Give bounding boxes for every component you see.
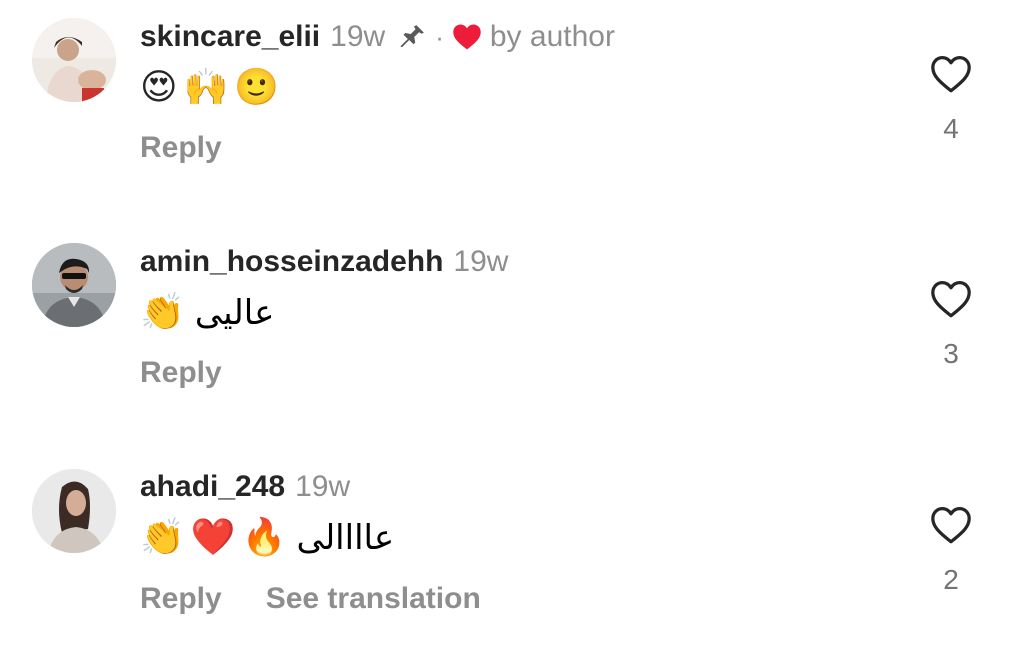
see-translation-button[interactable]: See translation [266,582,481,616]
like-column: 3 [926,279,976,370]
emoji: ❤️ [190,517,236,558]
username[interactable]: skincare_elii [140,20,320,54]
comment-item: skincare_elii 19w · by author 😍 🙌 🙂 Repl… [0,0,1024,210]
separator-dot: · [435,21,444,52]
comment-header: skincare_elii 19w · by author [140,17,615,57]
comment-body: 👏 عالیی [140,289,274,337]
username[interactable]: amin_hosseinzadehh [140,245,443,279]
reply-button[interactable]: Reply [140,582,222,616]
reply-button[interactable]: Reply [140,131,222,165]
comment-header: ahadi_248 19w [140,467,350,507]
timestamp: 19w [295,470,351,503]
comment-text: عاااالی [296,518,395,558]
emoji: 🙌 [183,67,229,108]
avatar[interactable] [32,469,116,553]
emoji: 👏 [140,517,185,558]
avatar[interactable] [32,18,116,102]
emoji: 🔥 [241,517,287,558]
comment-body: 👏 ❤️ 🔥 عاااالی [140,514,394,562]
emoji: 😍 [140,67,178,108]
red-heart-icon [452,23,482,51]
emoji: 👏 [140,292,185,333]
comment-item: ahadi_248 19w 👏 ❤️ 🔥 عاااالی Reply See t… [0,451,1024,661]
like-count: 4 [943,113,959,144]
timestamp: 19w [330,20,386,53]
pushpin-icon [397,22,427,52]
heart-outline-icon[interactable] [929,279,973,324]
like-count: 3 [943,338,959,369]
reply-button[interactable]: Reply [140,356,222,390]
heart-outline-icon[interactable] [929,505,973,550]
emoji: 🙂 [234,67,280,108]
like-column: 4 [926,54,976,145]
comment-item: amin_hosseinzadehh 19w 👏 عالیی Reply 3 [0,225,1024,435]
comment-text: عالیی [194,293,275,333]
comment-actions: Reply [140,353,222,393]
avatar[interactable] [32,243,116,327]
comment-header: amin_hosseinzadehh 19w [140,242,508,282]
timestamp: 19w [453,245,509,278]
comment-actions: Reply See translation [140,579,481,619]
like-count: 2 [943,564,959,595]
like-column: 2 [926,505,976,596]
liked-by-author-label: by author [489,20,615,53]
heart-outline-icon[interactable] [929,54,973,99]
comment-actions: Reply [140,128,222,168]
username[interactable]: ahadi_248 [140,470,285,504]
comment-body: 😍 🙌 🙂 [140,64,285,112]
